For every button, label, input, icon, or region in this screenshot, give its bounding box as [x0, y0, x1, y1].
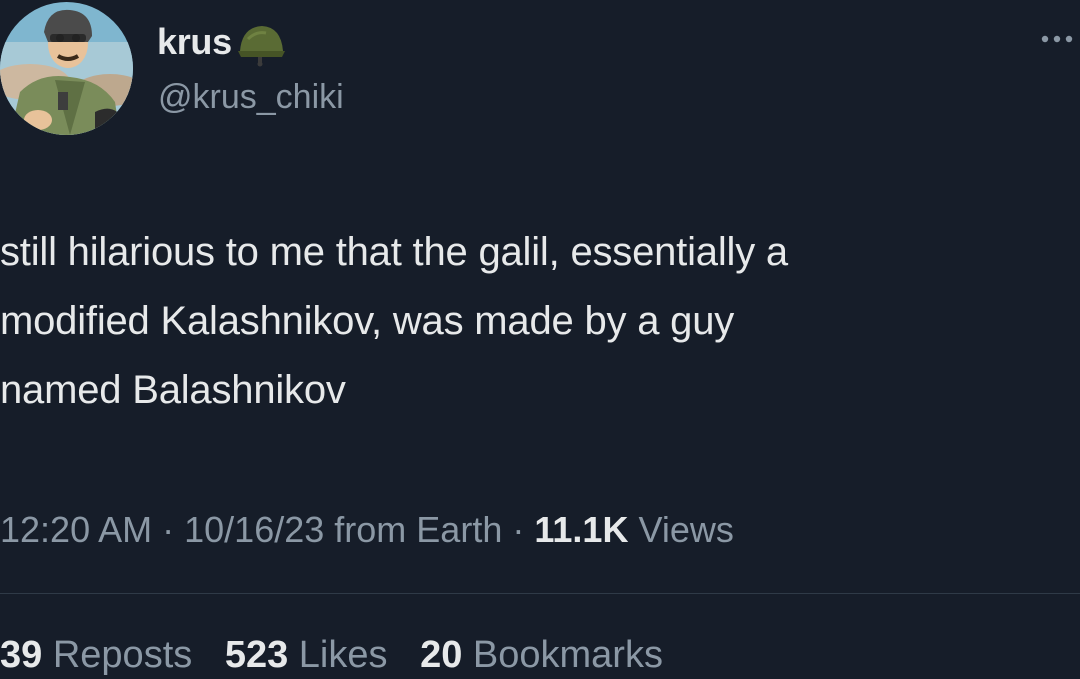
views-label: Views	[638, 509, 734, 550]
avatar[interactable]	[0, 2, 133, 135]
likes-count: 523	[224, 634, 289, 676]
cartoon-pilot-avatar	[0, 2, 133, 135]
meta-separator: ·	[162, 509, 175, 550]
reposts-label: Reposts	[52, 634, 193, 676]
divider	[0, 593, 1080, 594]
tweet-text-line: named Balashnikov	[0, 368, 346, 412]
author-name-row[interactable]: krus	[157, 20, 286, 67]
tweet-text-line: modified Kalashnikov, was made by a guy	[0, 299, 735, 343]
likes-stat[interactable]: 523 Likes	[225, 634, 388, 676]
army-helmet-icon	[237, 26, 285, 67]
meta-separator: ·	[512, 509, 525, 550]
tweet-meta: 12:20 AM · 10/16/23 from Earth · 11.1K V…	[0, 505, 734, 555]
tweet-text: still hilarious to me that the galil, es…	[0, 218, 1070, 425]
likes-label: Likes	[298, 634, 388, 676]
bookmarks-stat[interactable]: 20 Bookmarks	[420, 634, 663, 676]
tweet-source: from Earth	[334, 509, 503, 550]
bookmarks-label: Bookmarks	[472, 634, 663, 676]
display-name[interactable]: krus	[157, 21, 232, 63]
more-options-icon[interactable]	[1040, 30, 1074, 48]
bookmarks-count: 20	[420, 634, 463, 676]
tweet-time[interactable]: 12:20 AM	[0, 509, 152, 550]
tweet-text-line: still hilarious to me that the galil, es…	[0, 230, 788, 274]
tweet-date[interactable]: 10/16/23	[184, 509, 324, 550]
author-handle[interactable]: @krus_chiki	[158, 78, 344, 117]
views-count: 11.1K	[534, 509, 629, 550]
reposts-stat[interactable]: 39 Reposts	[0, 634, 192, 676]
reposts-count: 39	[0, 634, 43, 676]
tweet-stats: 39 Reposts 523 Likes 20 Bookmarks	[0, 630, 685, 679]
